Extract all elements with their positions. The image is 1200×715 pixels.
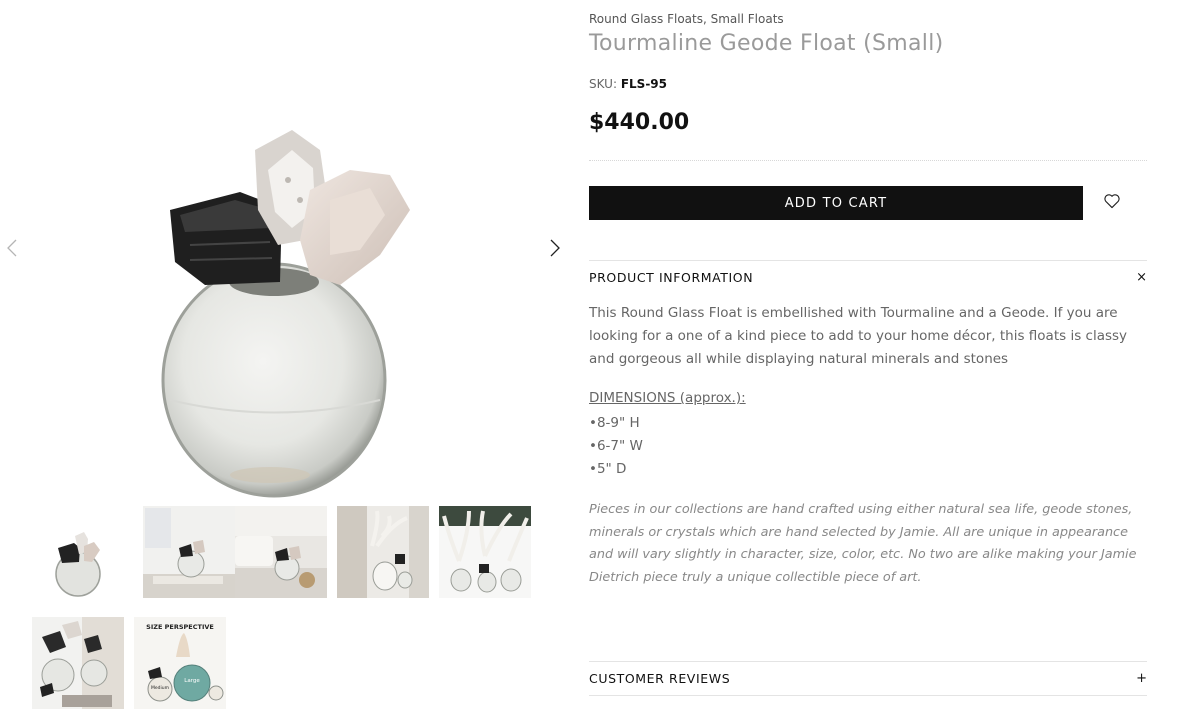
thumbnail-1[interactable]	[32, 506, 124, 598]
thumbnail-4[interactable]	[337, 506, 429, 598]
main-product-image[interactable]	[30, 0, 530, 500]
customer-reviews-title: CUSTOMER REVIEWS	[589, 670, 731, 686]
thumbnail-7[interactable]: SIZE PERSPECTIVE Large Medium	[134, 617, 226, 709]
divider	[589, 695, 1147, 696]
thumb-collection-group-image	[32, 617, 124, 709]
dimension-width: •6-7" W	[589, 438, 643, 454]
sku-row: SKU: FLS-95	[589, 77, 667, 91]
thumb-antler-room-image	[337, 506, 429, 598]
thumb-living-room-image	[235, 506, 327, 598]
chevron-left-icon	[7, 239, 17, 257]
add-to-cart-button[interactable]: ADD TO CART	[589, 186, 1083, 220]
dimensions-list: •8-9" H •6-7" W •5" D	[589, 412, 643, 481]
product-price: $440.00	[589, 110, 690, 135]
thumb-product-image	[32, 506, 124, 598]
product-information-accordion-header[interactable]: PRODUCT INFORMATION ×	[589, 261, 1147, 293]
divider	[589, 160, 1147, 161]
product-title: Tourmaline Geode Float (Small)	[589, 31, 944, 56]
product-information-title: PRODUCT INFORMATION	[589, 269, 754, 285]
thumbnail-2[interactable]	[143, 506, 235, 598]
thumbnail-5[interactable]	[439, 506, 531, 598]
chevron-right-icon	[550, 239, 560, 257]
thumb-antlers-group-image	[439, 506, 531, 598]
breadcrumb-separator: ,	[702, 12, 711, 26]
heart-icon	[1104, 194, 1120, 209]
sku-value: FLS-95	[620, 77, 667, 91]
customer-reviews-accordion-header[interactable]: CUSTOMER REVIEWS +	[589, 662, 1147, 694]
svg-text:Large: Large	[184, 678, 200, 684]
thumb-coffee-table-books-image	[143, 506, 235, 598]
product-gallery: SIZE PERSPECTIVE Large Medium	[0, 0, 565, 715]
svg-text:Medium: Medium	[151, 685, 169, 691]
collection-note: Pieces in our collections are hand craft…	[589, 502, 1137, 585]
sku-label: SKU:	[589, 77, 617, 91]
wishlist-button[interactable]	[1101, 190, 1123, 212]
svg-text:SIZE PERSPECTIVE: SIZE PERSPECTIVE	[146, 623, 214, 631]
dimension-depth: •5" D	[589, 461, 627, 477]
plus-icon[interactable]: +	[1135, 671, 1147, 686]
breadcrumb: Round Glass Floats, Small Floats	[589, 12, 784, 26]
gallery-prev-button[interactable]	[0, 234, 24, 262]
dimension-height: •8-9" H	[589, 415, 640, 431]
thumbnail-6[interactable]	[32, 617, 124, 709]
breadcrumb-link-small-floats[interactable]: Small Floats	[711, 12, 784, 26]
close-icon[interactable]: ×	[1135, 270, 1147, 285]
gallery-next-button[interactable]	[543, 234, 567, 262]
thumbnail-3[interactable]	[235, 506, 327, 598]
thumb-size-perspective-image: SIZE PERSPECTIVE Large Medium	[134, 617, 226, 709]
breadcrumb-link-round-glass-floats[interactable]: Round Glass Floats	[589, 12, 703, 26]
dimensions-title: DIMENSIONS (approx.):	[589, 390, 746, 406]
product-description: This Round Glass Float is embellished wi…	[589, 305, 1128, 367]
glass-float-image	[161, 130, 410, 498]
